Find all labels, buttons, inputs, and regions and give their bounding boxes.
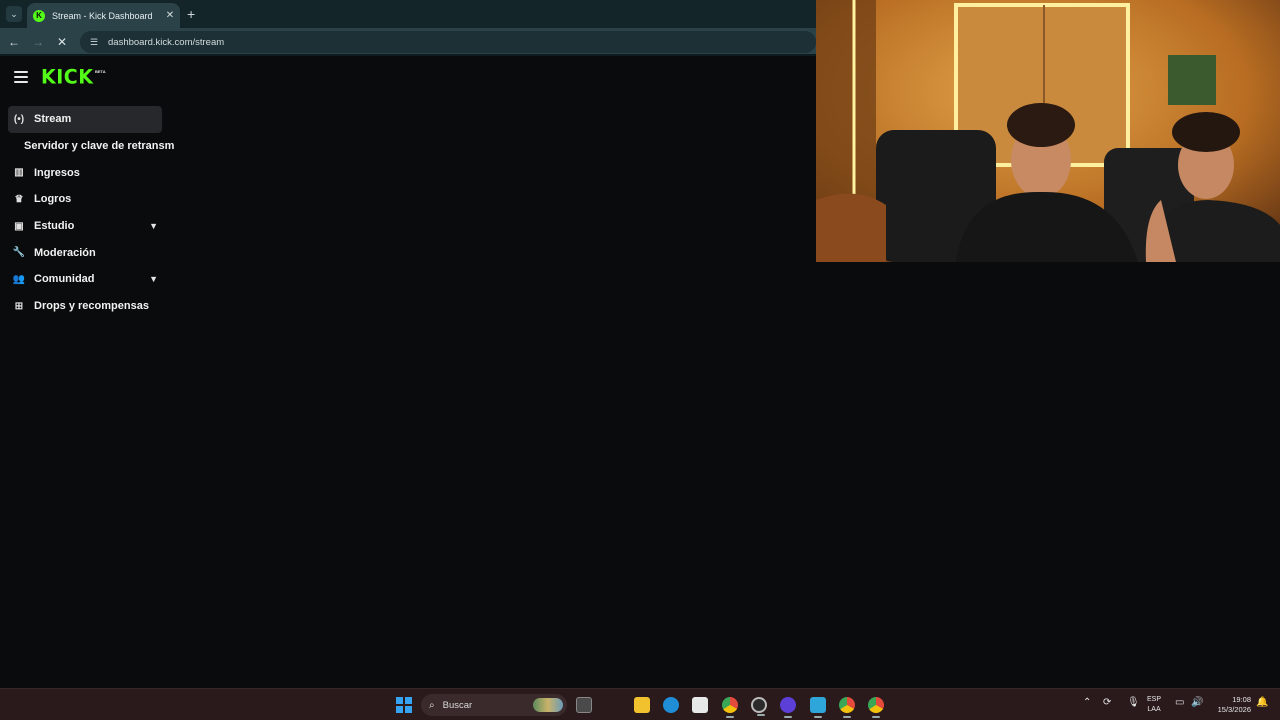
close-tab-icon[interactable]: ✕ xyxy=(163,10,177,21)
people-icon: 👥 xyxy=(12,273,26,285)
sidebar-item-label: Estudio xyxy=(34,220,75,233)
wrench-icon: 🔧 xyxy=(12,247,26,259)
chrome-profile-icon[interactable] xyxy=(839,697,855,718)
taskbar-search[interactable]: ⌕ Buscar xyxy=(421,694,567,716)
beta-badge: BETA xyxy=(95,69,106,74)
network-icon[interactable]: ▭ xyxy=(1175,697,1184,708)
new-tab-button[interactable]: + xyxy=(187,6,195,22)
app-circle-icon[interactable] xyxy=(780,697,796,718)
sidebar-item-logros[interactable]: ♛ Logros xyxy=(8,186,162,213)
language-indicator[interactable]: ESP LAA xyxy=(1147,695,1161,715)
forward-arrow-icon[interactable]: → xyxy=(29,33,47,51)
chevron-up-icon[interactable]: ⌃ xyxy=(1083,697,1091,708)
microphone-icon[interactable]: 🎙 xyxy=(1127,697,1140,708)
trophy-icon: ♛ xyxy=(14,193,24,205)
sidebar-item-comunidad[interactable]: 👥 Comunidad ▼ xyxy=(8,266,162,293)
sidebar-item-stream[interactable]: (•) Stream xyxy=(8,106,162,133)
sidebar-item-server-key[interactable]: Servidor y clave de retransm xyxy=(8,133,178,160)
sidebar-item-label: Drops y recompensas xyxy=(34,300,149,313)
search-highlight-icon xyxy=(533,698,563,712)
notifications-icon[interactable]: 🔔 xyxy=(1256,697,1268,708)
tab-search-chevron-icon[interactable]: ⌄ xyxy=(6,6,22,22)
sidebar-item-label: Ingresos xyxy=(34,166,80,179)
chrome-icon[interactable] xyxy=(722,697,738,718)
broadcast-icon: (•) xyxy=(13,113,25,125)
task-view-icon[interactable] xyxy=(576,697,592,713)
sidebar-item-moderacion[interactable]: 🔧 Moderación xyxy=(8,239,162,266)
sidebar-item-label: Comunidad xyxy=(34,273,95,286)
sidebar-item-drops[interactable]: ⊞ Drops y recompensas xyxy=(8,293,162,320)
chevron-down-icon[interactable]: ▼ xyxy=(149,274,158,284)
url-text: dashboard.kick.com/stream xyxy=(108,36,225,48)
studio-icon: ▣ xyxy=(14,220,24,232)
layout-code: LAA xyxy=(1147,706,1161,713)
sync-icon[interactable]: ⟳ xyxy=(1103,697,1111,708)
chart-icon: ▥ xyxy=(14,167,24,179)
edge-icon[interactable] xyxy=(663,697,679,713)
screen: ⌄ K Stream - Kick Dashboard ✕ + ← → ✕ ☰ … xyxy=(0,0,1280,720)
windows-taskbar: ⌕ Buscar ⌃ ⟳ 🎙 ESP LAA ▭ 🔊 19:08 15/3/20… xyxy=(0,688,1280,720)
sidebar-item-label: Logros xyxy=(34,193,72,206)
obs-icon[interactable] xyxy=(751,697,767,716)
sidebar-nav: (•) Stream Servidor y clave de retransm … xyxy=(8,106,178,320)
date: 15/3/2026 xyxy=(1217,705,1251,714)
browser-tab[interactable]: K Stream - Kick Dashboard ✕ xyxy=(27,3,180,28)
address-bar[interactable]: ☰ dashboard.kick.com/stream xyxy=(80,31,816,53)
chevron-down-icon[interactable]: ▼ xyxy=(149,221,158,231)
sidebar-item-label: Moderación xyxy=(34,246,96,259)
kick-logo[interactable]: KICK xyxy=(41,65,93,88)
kick-favicon-icon: K xyxy=(33,9,45,22)
clock[interactable]: 19:08 15/3/2026 xyxy=(1209,695,1251,715)
back-arrow-icon[interactable]: ← xyxy=(5,33,23,51)
file-explorer-icon[interactable] xyxy=(634,697,650,713)
webcam-image xyxy=(816,0,1280,262)
webcam-overlay xyxy=(816,0,1280,262)
sidebar-item-ingresos[interactable]: ▥ Ingresos xyxy=(8,159,162,186)
gift-icon: ⊞ xyxy=(14,300,24,312)
language-code: ESP xyxy=(1147,696,1162,703)
menu-icon[interactable] xyxy=(14,71,28,85)
chrome-profile-2-icon[interactable] xyxy=(868,697,884,718)
time: 19:08 xyxy=(1232,695,1251,704)
sidebar-item-label: Servidor y clave de retransm xyxy=(24,140,175,153)
notepad-icon[interactable] xyxy=(810,697,826,718)
volume-icon[interactable]: 🔊 xyxy=(1191,697,1203,708)
site-settings-icon[interactable]: ☰ xyxy=(88,36,100,48)
stop-loading-icon[interactable]: ✕ xyxy=(53,33,71,51)
store-icon[interactable] xyxy=(692,697,708,713)
search-placeholder: Buscar xyxy=(442,699,473,711)
tab-title: Stream - Kick Dashboard xyxy=(52,10,153,21)
search-icon: ⌕ xyxy=(429,699,435,711)
windows-start-icon[interactable] xyxy=(396,697,412,713)
sidebar-item-estudio[interactable]: ▣ Estudio ▼ xyxy=(8,213,162,240)
sidebar-item-label: Stream xyxy=(34,113,72,126)
